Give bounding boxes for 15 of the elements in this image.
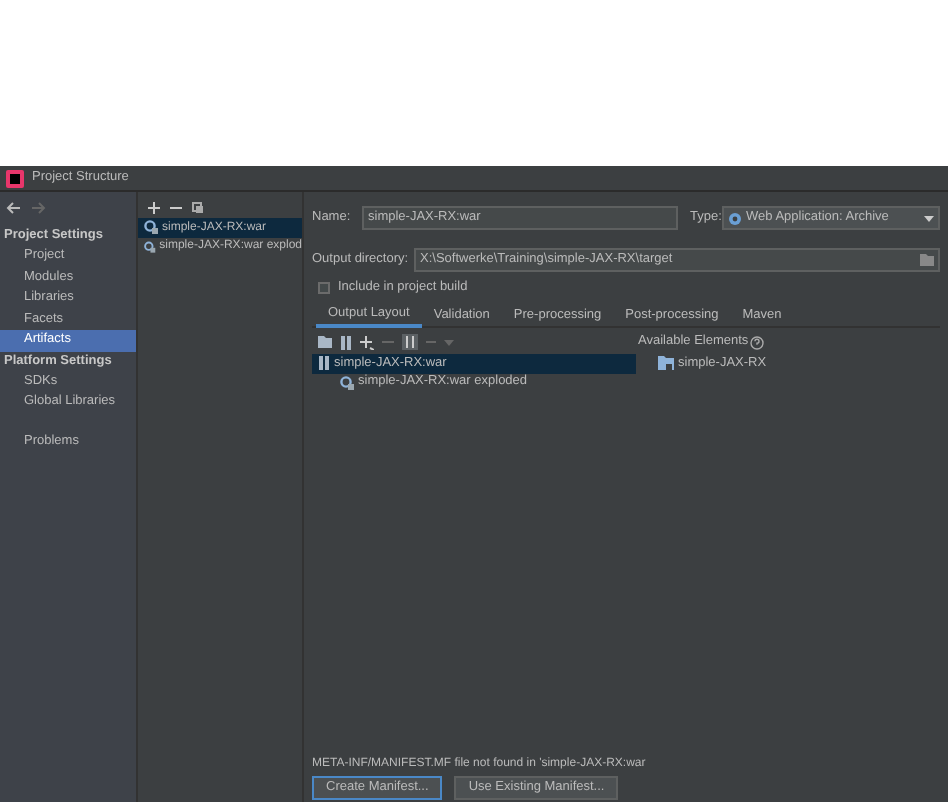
artifact-icon (340, 375, 354, 390)
help-icon[interactable] (750, 335, 765, 349)
artifact-icon (144, 220, 158, 235)
module-folder-icon (658, 356, 674, 371)
new-folder-icon[interactable] (318, 336, 332, 348)
artifact-icon (144, 239, 156, 254)
remove-icon[interactable] (170, 201, 182, 213)
folder-icon[interactable] (920, 254, 934, 266)
back-arrow-icon[interactable] (6, 202, 20, 214)
checkbox[interactable] (318, 282, 330, 294)
add-copy-icon[interactable] (360, 335, 374, 349)
app-logo-icon (6, 169, 24, 187)
copy-icon[interactable] (192, 201, 204, 213)
dropdown-caret-icon (924, 215, 934, 221)
add-icon[interactable] (148, 201, 160, 213)
